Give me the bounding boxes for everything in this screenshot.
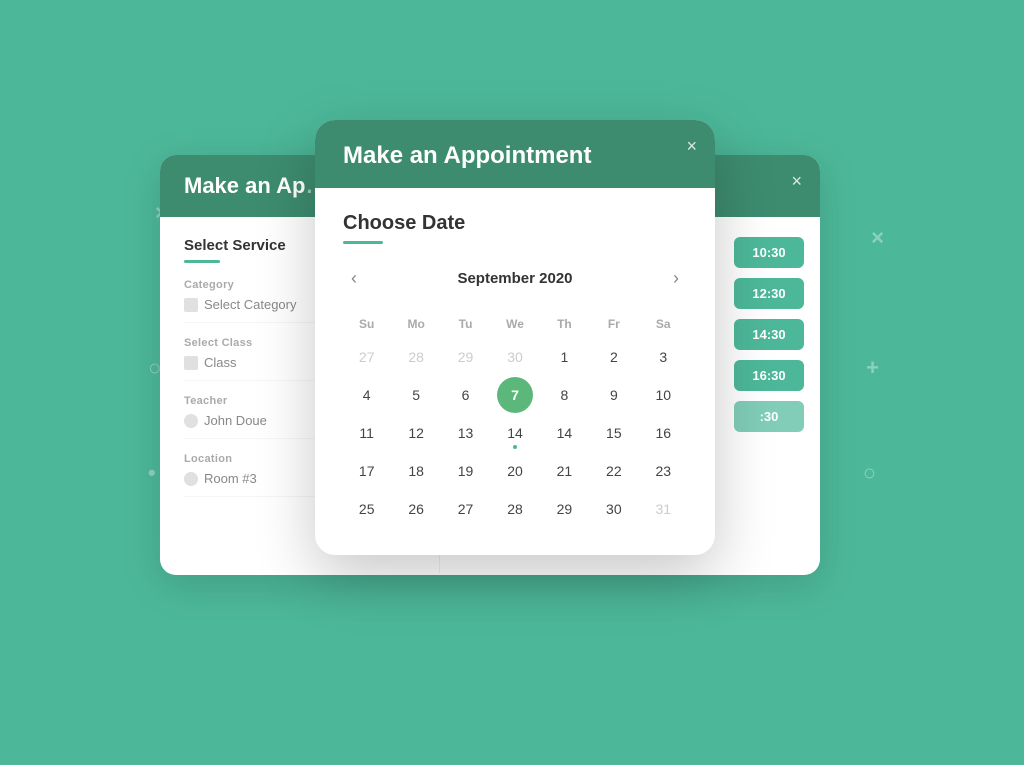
dialog-front: Make an Appointment × Choose Date ‹ Sept… bbox=[315, 120, 715, 555]
calendar-nav: ‹ September 2020 › bbox=[343, 264, 687, 293]
cal-day[interactable]: 16 bbox=[645, 415, 681, 451]
cal-day[interactable]: 15 bbox=[596, 415, 632, 451]
cal-day[interactable]: 18 bbox=[398, 453, 434, 489]
cal-day[interactable]: 26 bbox=[398, 491, 434, 527]
cal-header-sa: Sa bbox=[640, 311, 687, 337]
calendar-month-year: September 2020 bbox=[457, 270, 572, 287]
cal-day[interactable]: 13 bbox=[448, 415, 484, 451]
bg-symbol-6: × bbox=[871, 225, 884, 251]
cal-day[interactable]: 6 bbox=[448, 377, 484, 413]
cal-day[interactable]: 25 bbox=[349, 491, 385, 527]
dialog-front-title: Make an Appointment bbox=[343, 142, 687, 170]
cal-day[interactable]: 31 bbox=[645, 491, 681, 527]
cal-day[interactable]: 2 bbox=[596, 339, 632, 375]
cal-day[interactable]: 30 bbox=[497, 339, 533, 375]
category-icon bbox=[184, 298, 198, 312]
heading-underline bbox=[184, 260, 220, 263]
cal-day[interactable]: 27 bbox=[349, 339, 385, 375]
calendar-grid: Su Mo Tu We Th Fr Sa 27 28 29 30 1 2 3 4… bbox=[343, 311, 687, 527]
dialog-back-close-button[interactable]: × bbox=[791, 171, 802, 192]
class-icon bbox=[184, 356, 198, 370]
cal-day[interactable]: 11 bbox=[349, 415, 385, 451]
cal-day[interactable]: 23 bbox=[645, 453, 681, 489]
cal-day[interactable]: 8 bbox=[546, 377, 582, 413]
time-btn-1430[interactable]: 14:30 bbox=[734, 319, 804, 350]
dialog-front-header: Make an Appointment × bbox=[315, 120, 715, 188]
cal-day[interactable]: 10 bbox=[645, 377, 681, 413]
cal-day[interactable]: 12 bbox=[398, 415, 434, 451]
cal-day[interactable]: 5 bbox=[398, 377, 434, 413]
cal-header-tu: Tu bbox=[442, 311, 489, 337]
cal-header-fr: Fr bbox=[590, 311, 637, 337]
time-btn-last[interactable]: :30 bbox=[734, 401, 804, 432]
cal-day[interactable]: 20 bbox=[497, 453, 533, 489]
bg-symbol-3: • bbox=[148, 460, 156, 486]
cal-day[interactable]: 29 bbox=[546, 491, 582, 527]
cal-day[interactable]: 9 bbox=[596, 377, 632, 413]
cal-day[interactable]: 28 bbox=[398, 339, 434, 375]
cal-day[interactable]: 3 bbox=[645, 339, 681, 375]
dialog-front-body: Choose Date ‹ September 2020 › Su Mo Tu … bbox=[315, 188, 715, 555]
cal-header-mo: Mo bbox=[392, 311, 439, 337]
choose-date-underline bbox=[343, 241, 383, 244]
cal-day[interactable]: 28 bbox=[497, 491, 533, 527]
cal-day[interactable]: 19 bbox=[448, 453, 484, 489]
cal-header-th: Th bbox=[541, 311, 588, 337]
bg-symbol-4: + bbox=[866, 355, 879, 381]
location-icon bbox=[184, 472, 198, 486]
cal-day[interactable]: 4 bbox=[349, 377, 385, 413]
cal-day[interactable]: 29 bbox=[448, 339, 484, 375]
time-btn-1230[interactable]: 12:30 bbox=[734, 278, 804, 309]
cal-header-su: Su bbox=[343, 311, 390, 337]
cal-day[interactable]: 14 bbox=[546, 415, 582, 451]
cal-day-today[interactable]: 14 bbox=[497, 415, 533, 451]
cal-day[interactable]: 17 bbox=[349, 453, 385, 489]
cal-day[interactable]: 22 bbox=[596, 453, 632, 489]
dialog-front-close-button[interactable]: × bbox=[686, 136, 697, 157]
cal-day-selected[interactable]: 7 bbox=[497, 377, 533, 413]
teacher-icon bbox=[184, 414, 198, 428]
choose-date-title: Choose Date bbox=[343, 212, 687, 235]
time-btn-1630[interactable]: 16:30 bbox=[734, 360, 804, 391]
bg-symbol-5: ○ bbox=[863, 460, 876, 486]
calendar-prev-button[interactable]: ‹ bbox=[343, 264, 365, 293]
time-btn-1030[interactable]: 10:30 bbox=[734, 237, 804, 268]
cal-day[interactable]: 30 bbox=[596, 491, 632, 527]
cal-day[interactable]: 21 bbox=[546, 453, 582, 489]
cal-day[interactable]: 27 bbox=[448, 491, 484, 527]
cal-day[interactable]: 1 bbox=[546, 339, 582, 375]
cal-header-we: We bbox=[491, 311, 538, 337]
calendar-next-button[interactable]: › bbox=[665, 264, 687, 293]
